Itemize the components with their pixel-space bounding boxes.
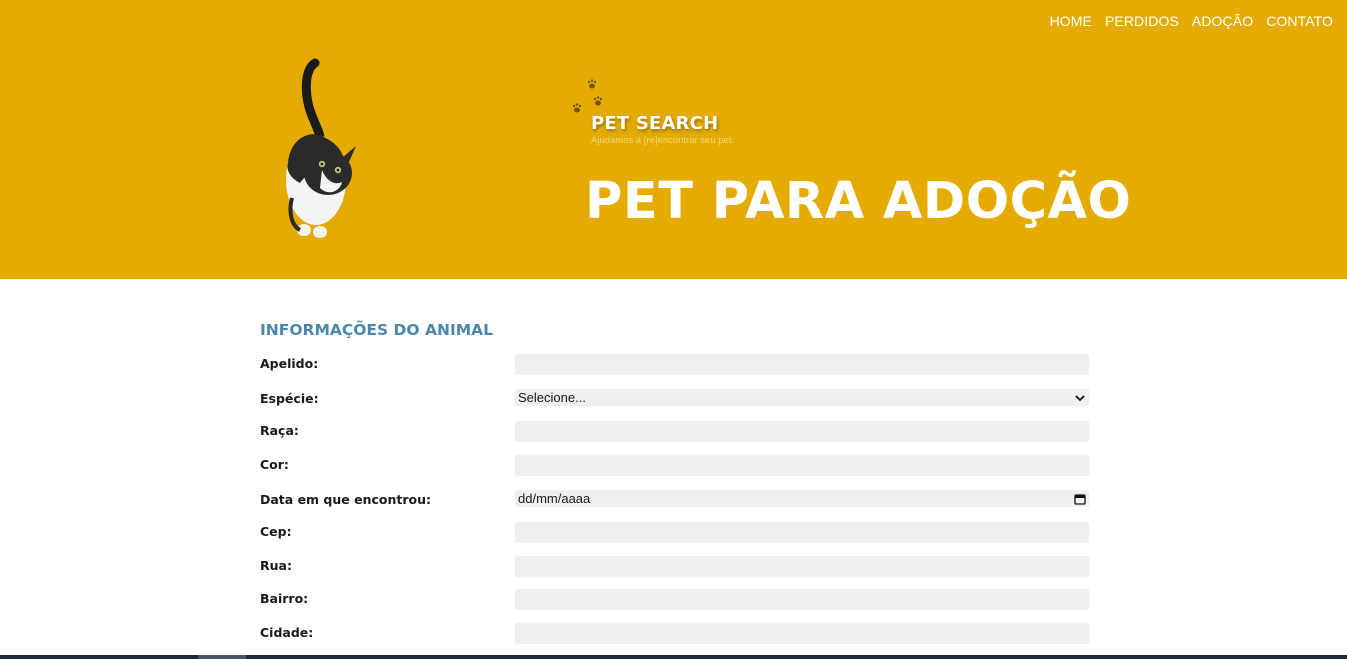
cat-photo (286, 58, 356, 238)
brand-subtitle: Ajudamos a [re]encontrar seu pet. (591, 135, 735, 146)
form-row-rua: Rua: (260, 556, 1090, 578)
field-label: Espécie: (260, 391, 319, 406)
chevron-down-icon (1075, 394, 1085, 401)
field-label: Raça: (260, 423, 299, 438)
cep-input[interactable] (515, 522, 1089, 543)
apelido-input[interactable] (515, 354, 1089, 375)
field-label: Rua: (260, 558, 292, 573)
date-placeholder: dd/mm/aaaa (518, 491, 591, 506)
field-label: Data em que encontrou: (260, 492, 432, 507)
nav-adocao[interactable]: ADOÇÃO (1192, 13, 1253, 29)
form-row-cor: Cor: (260, 455, 1090, 477)
form-row-data: Data em que encontrou: dd/mm/aaaa (260, 490, 1090, 512)
select-value: Selecione... (518, 390, 586, 405)
calendar-icon[interactable] (1074, 493, 1086, 505)
field-label: Apelido: (260, 356, 319, 371)
scrollbar-thumb[interactable] (198, 655, 246, 659)
field-label: Bairro: (260, 591, 309, 606)
field-label: Cor: (260, 457, 289, 472)
especie-select[interactable]: Selecione... (515, 389, 1089, 406)
brand-title: PET SEARCH (591, 113, 719, 134)
form-row-raca: Raça: (260, 421, 1090, 443)
page-title: PET PARA ADOÇÃO (585, 172, 1132, 231)
rua-input[interactable] (515, 556, 1089, 577)
nav-contato[interactable]: CONTATO (1266, 13, 1333, 29)
paw-prints-icon (572, 79, 603, 113)
top-nav: HOME PERDIDOS ADOÇÃO CONTATO (1050, 13, 1333, 29)
hero-banner: HOME PERDIDOS ADOÇÃO CONTATO PET SEARCH … (0, 0, 1347, 279)
form-row-especie: Espécie: Selecione... (260, 389, 1090, 411)
brand: PET SEARCH Ajudamos a [re]encontrar seu … (591, 113, 734, 146)
form-row-bairro: Bairro: (260, 589, 1090, 611)
data-encontrou-input[interactable]: dd/mm/aaaa (515, 490, 1089, 507)
raca-input[interactable] (515, 421, 1089, 442)
cidade-input[interactable] (515, 623, 1089, 644)
cor-input[interactable] (515, 455, 1089, 476)
field-label: Cidade: (260, 625, 314, 640)
form-row-cep: Cep: (260, 522, 1090, 544)
horizontal-scrollbar[interactable] (0, 655, 1347, 659)
nav-home[interactable]: HOME (1050, 13, 1092, 29)
bairro-input[interactable] (515, 589, 1089, 610)
section-title: INFORMAÇÕES DO ANIMAL (260, 321, 494, 339)
form-row-apelido: Apelido: (260, 354, 1090, 376)
field-label: Cep: (260, 524, 292, 539)
form-row-cidade: Cidade: (260, 623, 1090, 645)
nav-perdidos[interactable]: PERDIDOS (1105, 13, 1179, 29)
